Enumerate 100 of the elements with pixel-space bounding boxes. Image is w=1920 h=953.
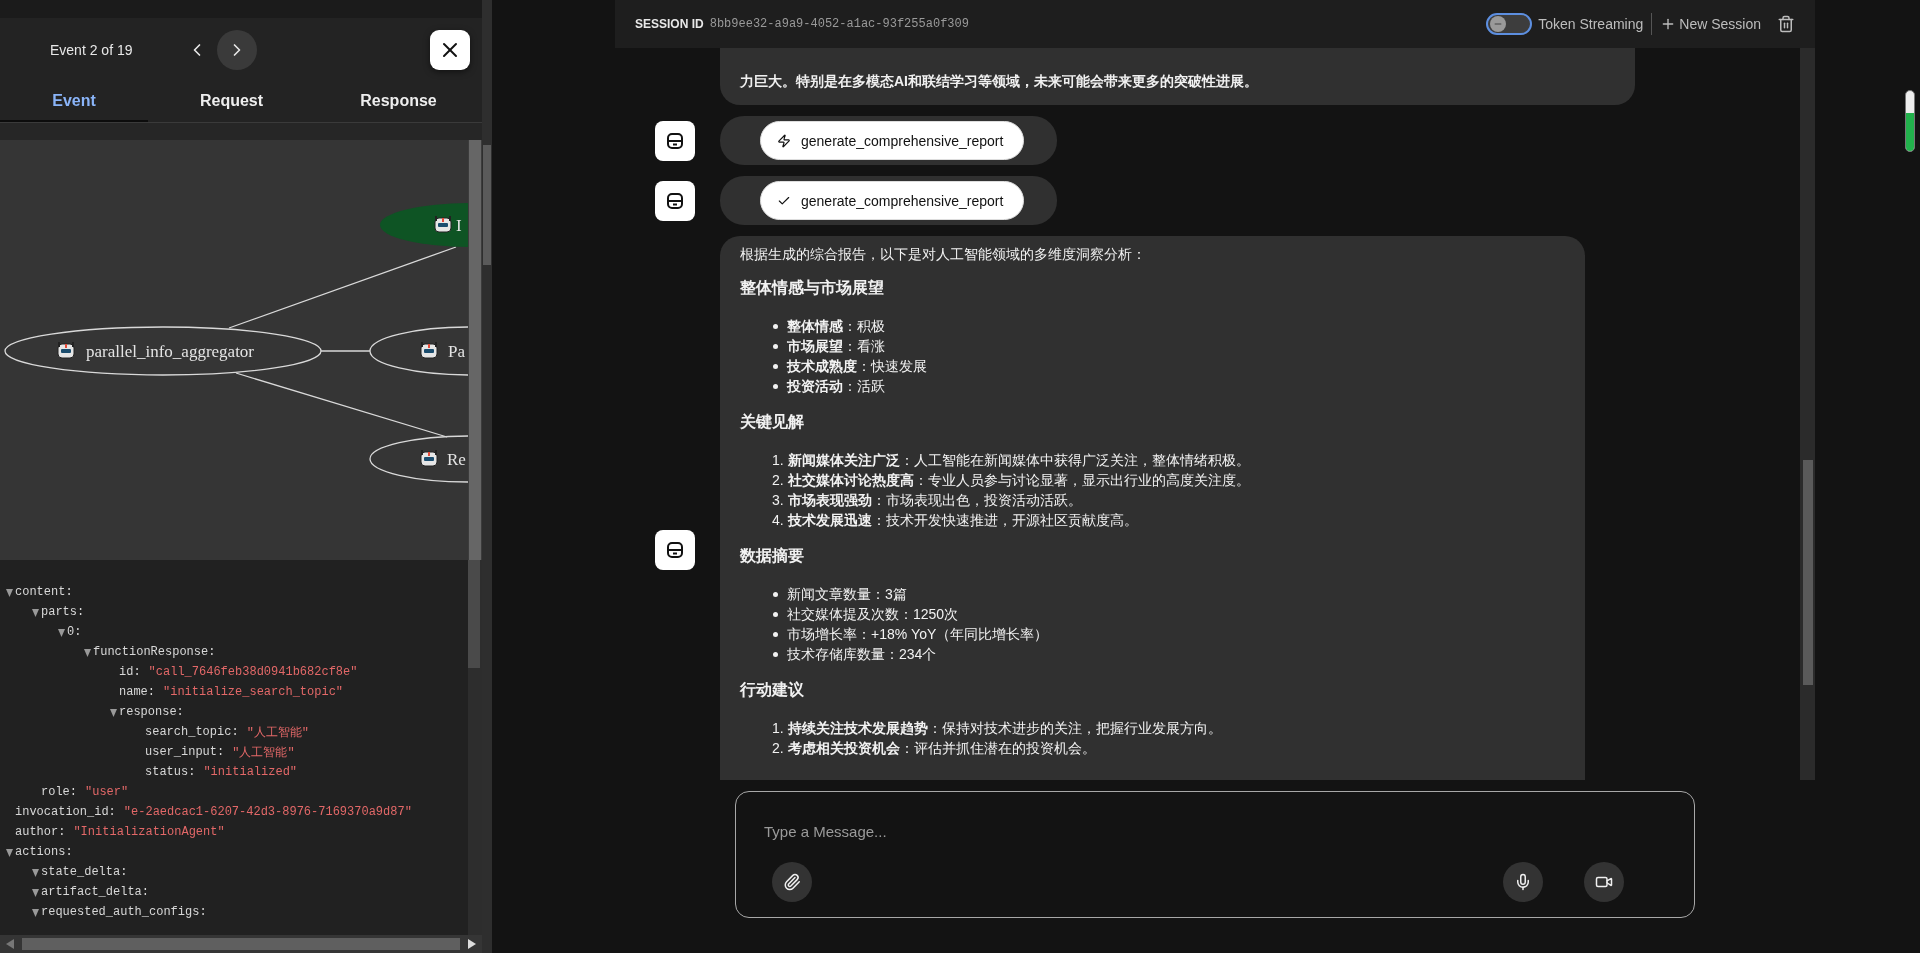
close-button[interactable] — [430, 30, 470, 70]
tree-key: parts: — [41, 605, 85, 619]
node-label: Pa — [448, 342, 465, 361]
collapse-icon[interactable] — [5, 847, 13, 857]
function-chip[interactable]: generate_comprehensive_report — [760, 121, 1025, 160]
tree-value: "人工智能" — [246, 724, 310, 741]
list-item: 技术存储库数量：234个 — [787, 645, 937, 664]
collapse-icon[interactable] — [31, 907, 39, 917]
collapse-icon[interactable] — [31, 867, 39, 877]
list-item: 社交媒体提及次数：1250次 — [787, 605, 959, 624]
node-label: Re — [447, 450, 466, 469]
collapse-icon[interactable] — [83, 647, 91, 657]
list-item: 1. 持续关注技术发展趋势：保持对技术进步的关注，把握行业发展方向。 — [772, 719, 1222, 738]
tree-key: user_input: — [145, 745, 225, 759]
horizontal-scrollbar[interactable] — [0, 935, 482, 953]
report-heading: 行动建议 — [740, 680, 805, 700]
tree-key: state_delta: — [41, 865, 128, 879]
tree-key: name: — [119, 685, 155, 699]
attach-button[interactable] — [772, 862, 812, 902]
list-item: 整体情感：积极 — [787, 317, 885, 336]
list-item: 2. 社交媒体讨论热度高：专业人员参与讨论显著，显示出行业的高度关注度。 — [772, 471, 1250, 490]
collapse-icon[interactable] — [31, 887, 39, 897]
tree-value: "e-2aedcac1-6207-42d3-8976-7169370a9d87" — [123, 805, 412, 819]
bot-avatar — [655, 120, 695, 161]
microphone-icon — [1514, 873, 1532, 891]
collapse-icon[interactable] — [109, 707, 117, 717]
tab[interactable]: Response — [315, 82, 482, 122]
tree-key: content: — [15, 585, 73, 599]
list-item: 市场展望：看涨 — [787, 337, 885, 356]
bullet-icon — [773, 611, 778, 617]
tab[interactable]: Request — [148, 82, 315, 122]
list-item: 1. 新闻媒体关注广泛：人工智能在新闻媒体中获得广泛关注，整体情绪积极。 — [772, 451, 1250, 470]
tree-key: actions: — [15, 845, 73, 859]
tree-key: 0: — [67, 625, 82, 639]
node-label: parallel_info_aggregator — [86, 342, 255, 361]
tree-key: search_topic: — [145, 725, 239, 739]
bullet-icon — [773, 631, 778, 637]
left-arrow-icon[interactable] — [6, 939, 14, 949]
list-item: 市场增长率：+18% YoY（年同比增长率） — [787, 625, 1049, 644]
tree-key: invocation_id: — [15, 805, 116, 819]
toggle-switch[interactable] — [1486, 13, 1533, 35]
scrollbar[interactable] — [1800, 48, 1815, 780]
tree-value: "call_7646feb38d0941b682cf8e" — [148, 665, 358, 679]
tree-key: id: — [119, 665, 141, 679]
collapse-icon[interactable] — [5, 587, 13, 597]
report-heading: 数据摘要 — [740, 546, 805, 566]
tree-key: response: — [119, 705, 184, 719]
graph-node[interactable] — [369, 435, 468, 483]
scroll-indicator — [1905, 90, 1915, 152]
bullet-icon — [773, 651, 778, 657]
message-text: 力巨大。特别是在多模态AI和联结学习等领域，未来可能会带来更多的突破性进展。 — [740, 72, 1259, 91]
right-arrow-icon[interactable] — [468, 939, 476, 949]
report-heading: 整体情感与市场展望 — [740, 278, 885, 298]
collapse-icon[interactable] — [31, 607, 39, 617]
trash-icon — [1777, 15, 1795, 33]
graph-edge — [320, 350, 371, 352]
robot-icon — [420, 450, 438, 467]
video-button[interactable] — [1584, 862, 1624, 902]
bullet-icon — [773, 383, 778, 389]
delete-button[interactable] — [1777, 15, 1795, 33]
scrollbar[interactable] — [468, 140, 482, 560]
tree-key: author: — [15, 825, 66, 839]
list-item: 2. 考虑相关投资机会：评估并抓住潜在的投资机会。 — [772, 739, 1096, 758]
graph-node[interactable] — [380, 203, 468, 247]
scrollbar[interactable] — [482, 0, 492, 953]
bot-avatar — [655, 530, 695, 570]
tree-value: "user" — [85, 785, 129, 799]
graph-node[interactable] — [369, 326, 468, 376]
graph-node[interactable] — [4, 326, 322, 376]
bullet-icon — [773, 343, 778, 349]
paperclip-icon — [783, 873, 801, 891]
robot-icon — [434, 216, 452, 233]
report-heading: 关键见解 — [740, 412, 805, 432]
toggle-label: Token Streaming — [1538, 16, 1644, 32]
bullet-icon — [773, 591, 778, 597]
tree-value: "initialize_search_topic" — [163, 685, 344, 699]
function-chip[interactable]: generate_comprehensive_report — [760, 181, 1025, 220]
tree-value: "InitializationAgent" — [73, 825, 225, 839]
bullet-icon — [773, 363, 778, 369]
node-label: I — [456, 216, 462, 235]
list-item: 3. 市场表现强劲：市场表现出色，投资活动活跃。 — [772, 491, 1082, 510]
lightning-icon — [777, 133, 791, 148]
session-label: SESSION ID — [635, 17, 704, 31]
bullet-icon — [773, 323, 778, 329]
collapse-icon[interactable] — [57, 627, 65, 637]
list-item: 投资活动：活跃 — [787, 377, 885, 396]
list-item: 技术成熟度：快速发展 — [787, 357, 927, 376]
list-item: 4. 技术发展迅速：技术开发快速推进，开源社区贡献度高。 — [772, 511, 1138, 530]
tree-value: "人工智能" — [232, 744, 295, 761]
message-input[interactable]: Type a Message... — [762, 822, 1624, 841]
tree-key: functionResponse: — [93, 645, 216, 659]
tree-value: "initialized" — [203, 765, 298, 779]
scrollbar[interactable] — [468, 560, 482, 935]
new-session-button[interactable]: New Session — [1660, 16, 1761, 32]
microphone-button[interactable] — [1503, 862, 1543, 902]
tree-key: role: — [41, 785, 77, 799]
robot-icon — [420, 342, 438, 359]
session-id: 8bb9ee32-a9a9-4052-a1ac-93f255a0f309 — [709, 17, 969, 31]
list-item: 新闻文章数量：3篇 — [787, 585, 907, 604]
bot-avatar — [655, 180, 695, 221]
